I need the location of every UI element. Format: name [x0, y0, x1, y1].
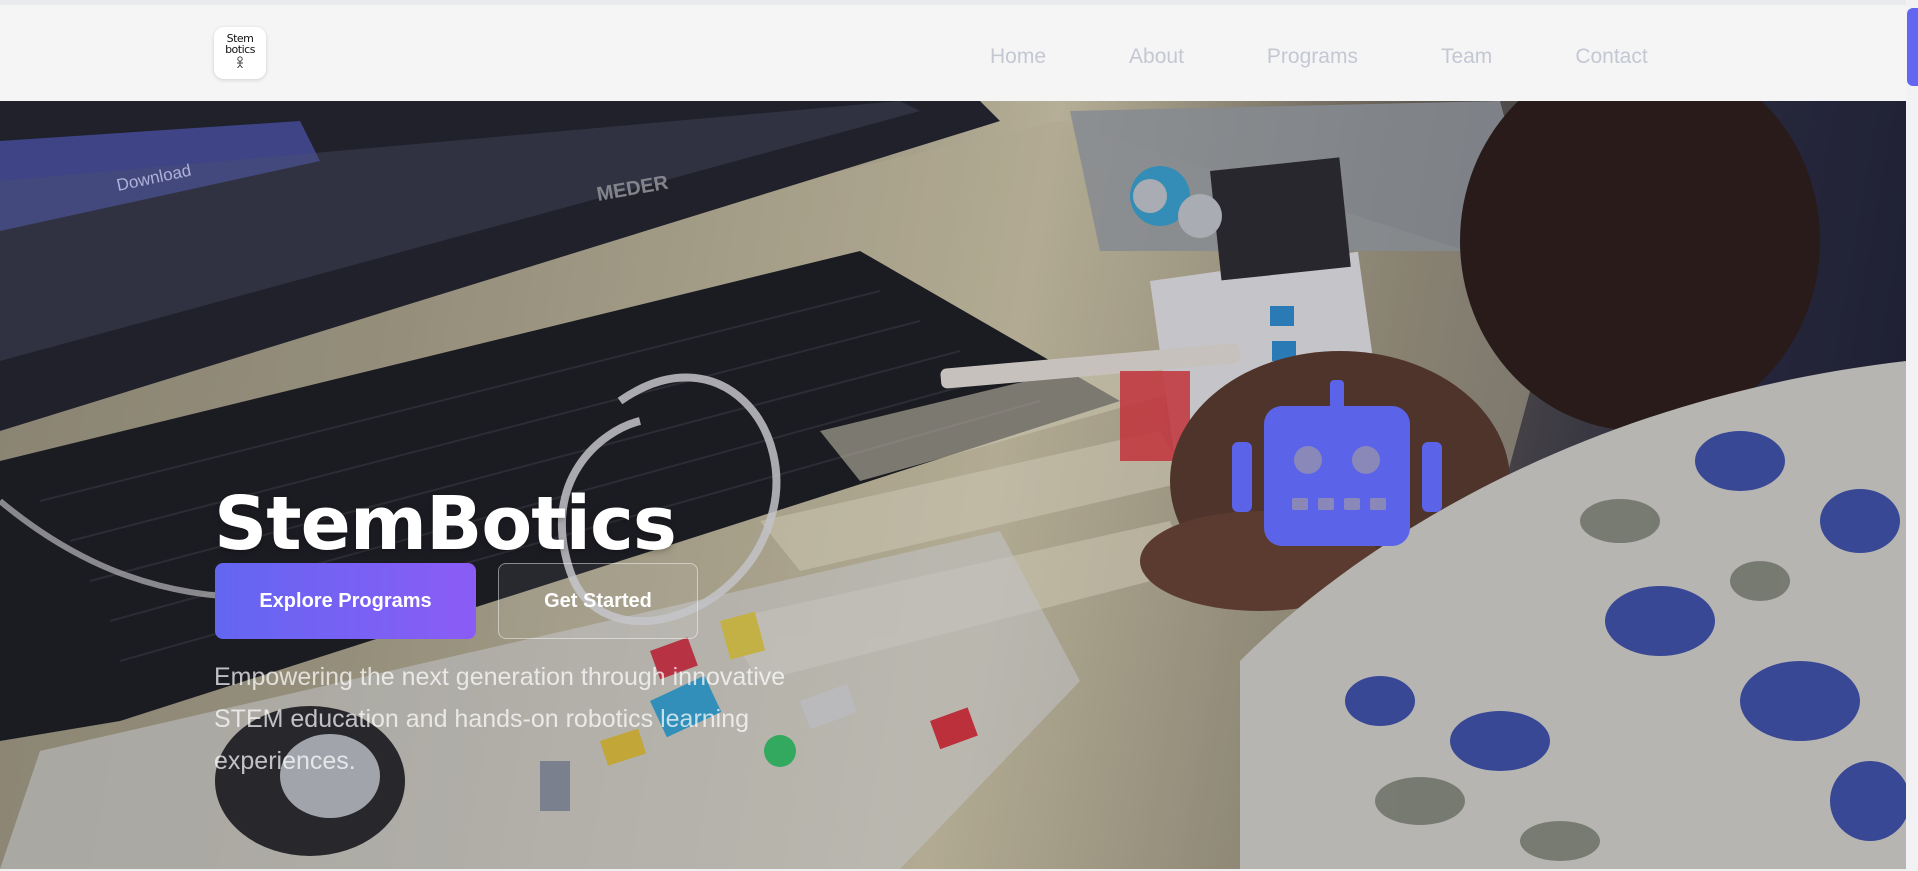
site-logo[interactable]: Stem botics	[214, 27, 266, 79]
logo-text-line2: botics	[225, 43, 255, 56]
scrollbar-track[interactable]	[1906, 0, 1918, 871]
explore-programs-button[interactable]: Explore Programs	[215, 563, 476, 639]
hero-title: StemBotics	[214, 481, 677, 567]
nav-home[interactable]: Home	[990, 45, 1046, 69]
nav-about[interactable]: About	[1129, 45, 1184, 69]
site-header: Stem botics Home About Programs Team Con…	[0, 5, 1906, 102]
robot-icon	[1232, 380, 1442, 546]
nav-contact[interactable]: Contact	[1575, 45, 1647, 69]
nav-programs[interactable]: Programs	[1267, 45, 1358, 69]
nav-team[interactable]: Team	[1441, 45, 1492, 69]
scrollbar-thumb[interactable]	[1907, 8, 1918, 86]
hero-subtitle: Empowering the next generation through i…	[214, 663, 786, 775]
get-started-button[interactable]: Get Started	[498, 563, 698, 639]
main-nav: Home About Programs Team Contact	[990, 45, 1731, 69]
hero-section: Download MEDER StemBotics Explore Progra…	[0, 101, 1906, 869]
logo-robot-icon	[237, 56, 243, 68]
